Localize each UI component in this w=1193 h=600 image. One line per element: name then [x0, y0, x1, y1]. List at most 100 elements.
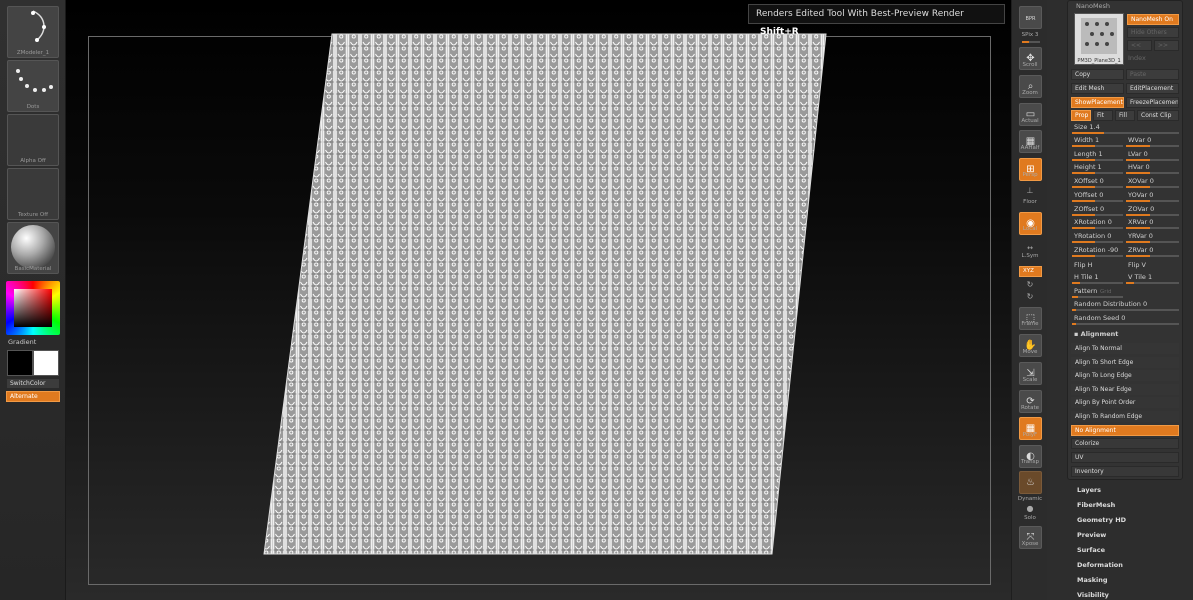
nanomesh-on-button[interactable]: NanoMesh On: [1127, 14, 1179, 25]
size-slider[interactable]: [1072, 132, 1179, 134]
v-tile-slider-label[interactable]: V Tile 1: [1128, 273, 1152, 281]
freeze-placement-button[interactable]: FreezePlacement: [1126, 97, 1179, 108]
dynamic-button[interactable]: ♨: [1019, 471, 1042, 494]
tool-menu-item[interactable]: Geometry HD: [1077, 516, 1126, 524]
color-picker[interactable]: [6, 281, 60, 335]
placement-slider-right[interactable]: HVar 0: [1128, 163, 1150, 171]
xyz-button[interactable]: XYZ: [1019, 266, 1042, 277]
next-index-button[interactable]: >>: [1154, 40, 1179, 51]
rotate-z-icon[interactable]: ↻: [1012, 292, 1048, 301]
stroke-button[interactable]: Dots: [7, 60, 59, 112]
random-seed-label[interactable]: Random Seed 0: [1074, 314, 1125, 322]
placement-slider-right[interactable]: ZRVar 0: [1128, 246, 1153, 254]
placement-slider-left[interactable]: ZRotation -90: [1074, 246, 1118, 254]
alignment-option[interactable]: Align To Normal: [1071, 343, 1179, 354]
alignment-option[interactable]: Align To Short Edge: [1071, 356, 1179, 368]
edit-placement-button[interactable]: EditPlacement: [1126, 83, 1179, 94]
placement-slider-left-track[interactable]: [1072, 254, 1123, 257]
h-tile-slider-label[interactable]: H Tile 1: [1074, 273, 1099, 281]
main-color-swatch[interactable]: [7, 350, 33, 376]
material-button[interactable]: BasicMaterial: [7, 222, 59, 274]
placement-slider-left[interactable]: Length 1: [1074, 150, 1103, 158]
flip-h-button[interactable]: Flip H: [1074, 261, 1092, 269]
placement-slider-left-track[interactable]: [1072, 158, 1123, 161]
grid-button[interactable]: Grid: [1100, 289, 1112, 295]
tool-menu-item[interactable]: Layers: [1077, 486, 1101, 494]
inventory-menu[interactable]: Inventory: [1071, 466, 1179, 477]
placement-slider-left[interactable]: ZOffset 0: [1074, 205, 1104, 213]
colorize-menu[interactable]: Colorize: [1071, 438, 1179, 449]
placement-slider-right[interactable]: XOVar 0: [1128, 177, 1154, 185]
placement-slider-right-track[interactable]: [1126, 172, 1179, 175]
floor-icon[interactable]: ⊥: [1012, 186, 1048, 195]
tool-menu-item[interactable]: Masking: [1077, 576, 1108, 584]
show-placement-button[interactable]: ShowPlacement: [1071, 97, 1124, 108]
placement-slider-right-track[interactable]: [1126, 240, 1179, 243]
nanomesh-thumbnail[interactable]: PM3D_Plane3D_1: [1074, 13, 1124, 65]
h-tile-slider[interactable]: [1072, 282, 1123, 284]
placement-slider-left-track[interactable]: [1072, 199, 1123, 202]
prev-index-button[interactable]: <<: [1127, 40, 1152, 51]
placement-slider-left[interactable]: XRotation 0: [1074, 218, 1112, 226]
placement-slider-left[interactable]: Width 1: [1074, 136, 1099, 144]
placement-slider-left-track[interactable]: [1072, 172, 1123, 175]
placement-slider-left-track[interactable]: [1072, 145, 1123, 147]
alignment-option[interactable]: Align By Point Order: [1071, 397, 1179, 409]
placement-slider-right[interactable]: ZOVar 0: [1128, 205, 1154, 213]
fit-button[interactable]: Fit: [1093, 110, 1113, 121]
alignment-option[interactable]: Align To Near Edge: [1071, 383, 1179, 395]
placement-slider-left-track[interactable]: [1072, 186, 1123, 189]
placement-slider-right[interactable]: YOVar 0: [1128, 191, 1153, 199]
index-slider-label[interactable]: Index: [1128, 54, 1146, 62]
placement-slider-right-track[interactable]: [1126, 145, 1179, 147]
placement-slider-right[interactable]: XRVar 0: [1128, 218, 1153, 226]
tool-menu-item[interactable]: Visibility: [1077, 591, 1109, 599]
copy-button[interactable]: Copy: [1071, 69, 1124, 80]
saturation-square[interactable]: [14, 289, 52, 327]
fill-button[interactable]: Fill: [1115, 110, 1135, 121]
random-distribution-label[interactable]: Random Distribution 0: [1074, 300, 1147, 308]
alpha-button[interactable]: Alpha Off: [7, 114, 59, 166]
placement-slider-left-track[interactable]: [1072, 227, 1123, 230]
placement-slider-right-track[interactable]: [1126, 227, 1179, 230]
spix-slider[interactable]: [1022, 41, 1040, 43]
alignment-option[interactable]: Align To Long Edge: [1071, 370, 1179, 382]
const-clip-button[interactable]: Const Clip: [1137, 110, 1179, 121]
placement-slider-left[interactable]: Height 1: [1074, 163, 1102, 171]
tool-menu-item[interactable]: Deformation: [1077, 561, 1123, 569]
uv-menu[interactable]: UV: [1071, 452, 1179, 463]
placement-slider-right[interactable]: LVar 0: [1128, 150, 1148, 158]
placement-slider-left[interactable]: YOffset 0: [1074, 191, 1103, 199]
placement-slider-right[interactable]: YRVar 0: [1128, 232, 1153, 240]
alignment-header[interactable]: ▪ Alignment: [1074, 330, 1118, 338]
v-tile-slider[interactable]: [1126, 282, 1179, 284]
tool-menu-item[interactable]: FiberMesh: [1077, 501, 1115, 509]
tool-menu-item[interactable]: Preview: [1077, 531, 1106, 539]
placement-slider-right-track[interactable]: [1126, 186, 1179, 189]
placement-slider-left[interactable]: XOffset 0: [1074, 177, 1104, 185]
solo-icon[interactable]: ●: [1012, 504, 1048, 513]
edit-mesh-button[interactable]: Edit Mesh: [1071, 83, 1124, 94]
brush-button[interactable]: ZModeler_1: [7, 6, 59, 58]
pattern-button[interactable]: Pattern: [1074, 287, 1097, 295]
bpr-button[interactable]: BPR: [1019, 6, 1042, 29]
pattern-slider[interactable]: [1072, 296, 1123, 298]
flip-v-button[interactable]: Flip V: [1128, 261, 1146, 269]
rotate-y-icon[interactable]: ↻: [1012, 280, 1048, 289]
texture-button[interactable]: Texture Off: [7, 168, 59, 220]
size-slider-label[interactable]: Size 1.4: [1074, 123, 1100, 131]
placement-slider-left[interactable]: YRotation 0: [1074, 232, 1111, 240]
hide-others-button[interactable]: Hide Others: [1127, 27, 1179, 38]
placement-slider-right-track[interactable]: [1126, 213, 1179, 216]
placement-slider-left-track[interactable]: [1072, 213, 1123, 216]
paste-button[interactable]: Paste: [1126, 69, 1179, 80]
spix-label[interactable]: SPix 3: [1012, 32, 1048, 38]
tool-menu-item[interactable]: Surface: [1077, 546, 1105, 554]
random-distribution-slider[interactable]: [1072, 309, 1179, 311]
placement-slider-right[interactable]: WVar 0: [1128, 136, 1151, 144]
alignment-option[interactable]: Align To Random Edge: [1071, 411, 1179, 422]
placement-slider-left-track[interactable]: [1072, 240, 1123, 243]
placement-slider-right-track[interactable]: [1126, 158, 1179, 161]
lsym-label[interactable]: L.Sym: [1012, 253, 1048, 259]
prop-button[interactable]: Prop: [1071, 110, 1091, 121]
